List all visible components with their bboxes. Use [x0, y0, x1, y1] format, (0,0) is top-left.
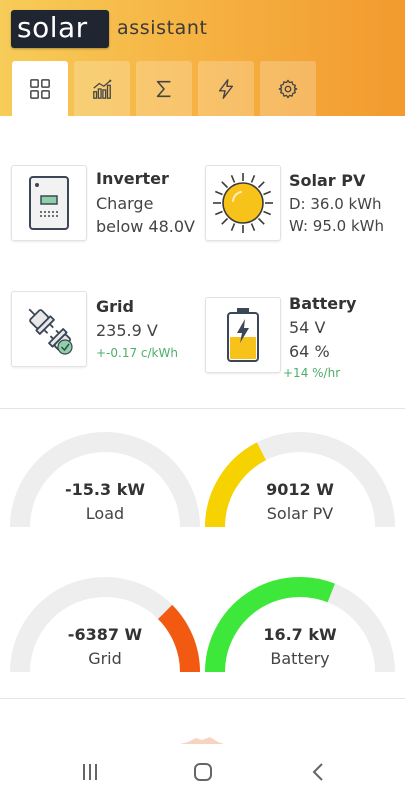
gauge-battery[interactable]: 16.7 kW Battery — [205, 577, 405, 707]
gauge-load[interactable]: -15.3 kW Load — [10, 432, 210, 562]
grid-tariff: +-0.17 c/kWh — [96, 346, 178, 360]
battery-soc-rate: +14 %/hr — [283, 366, 341, 380]
logo-text: solar — [17, 11, 88, 44]
gauge-grid[interactable]: -6387 W Grid — [10, 577, 210, 707]
logo: solar — [11, 10, 109, 48]
android-nav-bar — [0, 744, 405, 800]
lightning-icon — [218, 78, 234, 99]
section-divider — [0, 408, 405, 409]
gauge-value: -6387 W — [67, 625, 143, 644]
home-icon — [194, 763, 212, 781]
gauge-label: Battery — [270, 649, 330, 668]
grid-voltage: 235.9 V — [96, 321, 158, 340]
inverter-status-line2: below 48.0V — [96, 217, 195, 236]
chart-icon — [93, 79, 112, 99]
solar-icon-box[interactable] — [205, 165, 281, 241]
back-button[interactable] — [304, 758, 332, 786]
gauge-label: Grid — [88, 649, 122, 668]
tab-power[interactable] — [198, 61, 254, 116]
dashboard-grid-icon — [30, 78, 50, 99]
gauge-label: Load — [85, 504, 125, 523]
logo-subtitle: assistant — [117, 17, 208, 39]
plug-icon — [28, 308, 73, 355]
grid-icon-box[interactable] — [11, 291, 87, 367]
grid-title: Grid — [96, 297, 134, 316]
section-divider — [0, 698, 405, 699]
battery-soc: 64 % — [289, 342, 330, 361]
tab-charts[interactable] — [74, 61, 130, 116]
home-button[interactable] — [189, 758, 217, 786]
solar-daily-energy: D: 36.0 kWh — [289, 195, 382, 213]
tab-totals[interactable] — [136, 61, 192, 116]
app-header: solar assistant — [0, 0, 405, 116]
solar-weekly-energy: W: 95.0 kWh — [289, 217, 384, 235]
sun-icon — [213, 173, 273, 233]
sigma-icon — [156, 80, 171, 97]
gauge-value: -15.3 kW — [65, 480, 145, 499]
battery-title: Battery — [289, 294, 357, 313]
inverter-title: Inverter — [96, 169, 169, 188]
recent-apps-icon — [83, 764, 97, 780]
tab-settings[interactable] — [260, 61, 316, 116]
inverter-icon — [29, 176, 69, 230]
recent-apps-button[interactable] — [76, 758, 104, 786]
gauge-label: Solar PV — [266, 504, 334, 523]
back-icon — [312, 763, 323, 781]
inverter-icon-box[interactable] — [11, 165, 87, 241]
battery-icon-box[interactable] — [205, 297, 281, 373]
solar-title: Solar PV — [289, 171, 366, 190]
inverter-status-line1: Charge — [96, 194, 154, 213]
gear-icon — [278, 79, 298, 98]
battery-voltage: 54 V — [289, 318, 326, 337]
gauge-solar-pv[interactable]: 9012 W Solar PV — [205, 432, 405, 562]
gauge-value: 16.7 kW — [263, 625, 337, 644]
tab-dashboard[interactable] — [12, 61, 68, 116]
gauge-value: 9012 W — [266, 480, 334, 499]
battery-icon — [227, 308, 259, 362]
